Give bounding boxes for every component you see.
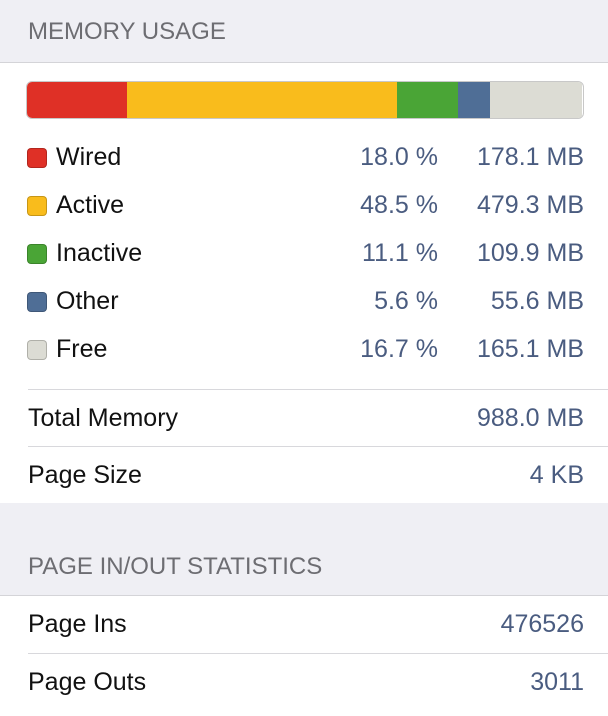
legend-label: Active (56, 191, 125, 219)
bar-segment-other (458, 82, 490, 118)
bar-segment-active (127, 82, 397, 118)
legend-label: Wired (56, 143, 122, 171)
color-swatch-icon (27, 196, 47, 216)
page-outs-label: Page Outs (28, 668, 147, 696)
page-stats-group: Page Ins 476526 Page Outs 3011 (0, 595, 608, 716)
legend-label: Free (56, 335, 108, 363)
color-swatch-icon (27, 292, 47, 312)
page-outs-row: Page Outs 3011 (0, 654, 608, 711)
memory-usage-group: Wired 18.0 % 178.1 MB Active 48.5 % 479.3 MB I… (0, 62, 608, 504)
total-memory-label: Total Memory (28, 404, 179, 432)
memory-usage-bar (26, 81, 584, 119)
total-memory-value: 988.0 MB (476, 404, 584, 432)
legend-row-inactive: Inactive 11.1 % 109.9 MB (0, 230, 608, 278)
section-title: PAGE IN/OUT STATISTICS (28, 553, 323, 580)
total-memory-row: Total Memory 988.0 MB (0, 390, 608, 447)
legend-label: Inactive (56, 239, 143, 267)
legend-size: 165.1 MB (476, 335, 584, 363)
legend-percent: 11.1 % (362, 239, 438, 267)
legend-size: 55.6 MB (490, 287, 584, 315)
memory-usage-header: MEMORY USAGE (0, 0, 608, 62)
legend-row-other: Other 5.6 % 55.6 MB (0, 278, 608, 326)
legend-size: 109.9 MB (476, 239, 584, 267)
bar-segment-wired (27, 82, 128, 118)
page-size-value: 4 KB (529, 461, 584, 489)
page-ins-value: 476526 (500, 610, 584, 638)
legend-percent: 16.7 % (360, 335, 438, 363)
section-title: MEMORY USAGE (28, 18, 226, 45)
bar-segment-free (489, 82, 583, 118)
legend-row-free: Free 16.7 % 165.1 MB (0, 326, 608, 374)
page-size-row: Page Size 4 KB (0, 447, 608, 504)
color-swatch-icon (27, 244, 47, 264)
color-swatch-icon (27, 148, 47, 168)
legend-row-wired: Wired 18.0 % 178.1 MB (0, 134, 608, 182)
page-ins-label: Page Ins (28, 610, 127, 638)
legend-label: Other (56, 287, 119, 315)
page-stats-header: PAGE IN/OUT STATISTICS (0, 503, 608, 595)
page-ins-row: Page Ins 476526 (0, 596, 608, 653)
legend-row-active: Active 48.5 % 479.3 MB (0, 182, 608, 230)
page-outs-value: 3011 (530, 668, 584, 696)
legend-size: 479.3 MB (476, 191, 584, 219)
legend-percent: 48.5 % (360, 191, 438, 219)
legend-percent: 5.6 % (374, 287, 438, 315)
legend-size: 178.1 MB (476, 143, 584, 171)
legend-percent: 18.0 % (360, 143, 438, 171)
bar-segment-inactive (396, 82, 459, 118)
color-swatch-icon (27, 340, 47, 360)
page-size-label: Page Size (28, 461, 142, 489)
